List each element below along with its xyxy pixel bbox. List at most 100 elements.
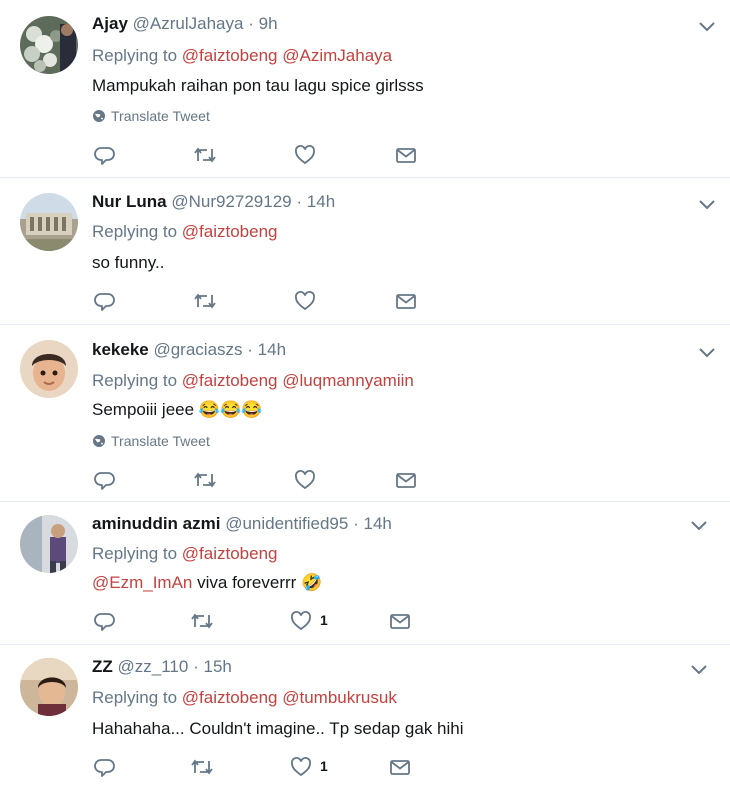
replying-to-label: Replying to	[92, 544, 178, 563]
retweet-button[interactable]	[190, 756, 214, 778]
mention-link[interactable]: @AzimJahaya	[282, 46, 392, 65]
reply-icon	[94, 293, 115, 311]
like-button[interactable]	[294, 469, 316, 491]
retweet-button[interactable]	[193, 290, 217, 312]
handle[interactable]: @AzrulJahaya	[133, 14, 244, 33]
envelope-icon	[390, 614, 410, 629]
chevron-down-icon[interactable]	[698, 199, 716, 211]
display-name[interactable]: ZZ	[92, 657, 113, 676]
tweet-text: Mampukah raihan pon tau lagu spice girls…	[92, 76, 424, 96]
like-count: 1	[320, 612, 328, 628]
translate-tweet-link[interactable]: Translate Tweet	[92, 108, 210, 124]
tweet-header: ZZ @zz_110 · 15h	[92, 657, 232, 677]
reply-button[interactable]	[94, 469, 116, 491]
heart-icon	[291, 757, 311, 777]
envelope-icon	[396, 294, 416, 309]
avatar[interactable]	[20, 16, 78, 74]
like-button[interactable]: 1	[290, 610, 340, 632]
direct-message-button[interactable]	[395, 144, 417, 166]
envelope-icon	[396, 148, 416, 163]
reply-icon	[94, 147, 115, 165]
retweet-icon	[191, 759, 213, 775]
like-button[interactable]	[294, 290, 316, 312]
replying-to: Replying to @faiztobeng @tumbukrusuk	[92, 688, 397, 708]
tweet: ZZ @zz_110 · 15h Replying to @faiztobeng…	[0, 645, 730, 786]
handle[interactable]: @graciaszs	[153, 340, 242, 359]
tweet-text: Hahahaha... Couldn't imagine.. Tp sedap …	[92, 719, 464, 739]
replying-to: Replying to @faiztobeng	[92, 222, 278, 242]
action-bar: 1	[94, 756, 424, 778]
retweet-button[interactable]	[190, 610, 214, 632]
chevron-down-icon[interactable]	[698, 347, 716, 359]
tweet-text: Sempoiii jeee 😂😂😂	[92, 400, 262, 420]
handle[interactable]: @unidentified95	[225, 514, 348, 533]
reply-icon	[94, 613, 115, 631]
chevron-down-icon[interactable]	[698, 21, 716, 33]
tweet-text-body: Sempoiii jeee	[92, 400, 195, 419]
timestamp[interactable]: 14h	[363, 514, 391, 533]
display-name[interactable]: Nur Luna	[92, 192, 167, 211]
like-button[interactable]	[294, 144, 316, 166]
replying-to-label: Replying to	[92, 371, 178, 390]
separator-dot: ·	[247, 340, 253, 359]
timestamp[interactable]: 14h	[258, 340, 286, 359]
mention-link[interactable]: @faiztobeng	[182, 46, 278, 65]
avatar[interactable]	[20, 193, 78, 251]
mention-link[interactable]: @Ezm_ImAn	[92, 573, 192, 592]
like-count: 1	[320, 758, 328, 774]
like-button[interactable]: 1	[290, 756, 340, 778]
mention-link[interactable]: @faiztobeng	[182, 544, 278, 563]
tweet-header: Nur Luna @Nur92729129 · 14h	[92, 192, 335, 212]
translate-label: Translate Tweet	[111, 108, 210, 124]
timestamp[interactable]: 15h	[203, 657, 231, 676]
direct-message-button[interactable]	[395, 469, 417, 491]
timestamp[interactable]: 9h	[259, 14, 278, 33]
chevron-down-icon[interactable]	[690, 664, 708, 676]
rofl-emoji: 🤣	[301, 573, 323, 592]
tweet-text-body: Mampukah raihan pon tau lagu spice girls…	[92, 76, 424, 95]
separator-dot: ·	[353, 514, 359, 533]
handle[interactable]: @zz_110	[118, 657, 189, 676]
mention-link[interactable]: @luqmannyamiin	[282, 371, 414, 390]
reply-icon	[94, 759, 115, 777]
timestamp[interactable]: 14h	[307, 192, 335, 211]
display-name[interactable]: kekeke	[92, 340, 149, 359]
translate-tweet-link[interactable]: Translate Tweet	[92, 433, 210, 449]
reply-button[interactable]	[94, 144, 116, 166]
mention-link[interactable]: @faiztobeng	[182, 222, 278, 241]
mention-link[interactable]: @faiztobeng	[182, 371, 278, 390]
tweet: aminuddin azmi @unidentified95 · 14h Rep…	[0, 502, 730, 645]
avatar[interactable]	[20, 340, 78, 398]
mention-link[interactable]: @tumbukrusuk	[282, 688, 397, 707]
tweet: kekeke @graciaszs · 14h Replying to @fai…	[0, 325, 730, 502]
tweet-text-body: viva foreverrr	[197, 573, 297, 592]
reply-button[interactable]	[94, 610, 116, 632]
separator-dot: ·	[248, 14, 254, 33]
direct-message-button[interactable]	[389, 756, 411, 778]
tweet-text-body: Hahahaha... Couldn't imagine.. Tp sedap …	[92, 719, 464, 738]
action-bar	[94, 144, 424, 166]
retweet-icon	[194, 472, 216, 488]
heart-icon	[295, 291, 315, 311]
mention-link[interactable]: @faiztobeng	[182, 688, 278, 707]
avatar[interactable]	[20, 658, 78, 716]
retweet-button[interactable]	[193, 469, 217, 491]
chevron-down-icon[interactable]	[690, 520, 708, 532]
retweet-button[interactable]	[193, 144, 217, 166]
avatar[interactable]	[20, 515, 78, 573]
replying-to: Replying to @faiztobeng	[92, 544, 278, 564]
envelope-icon	[396, 473, 416, 488]
direct-message-button[interactable]	[389, 610, 411, 632]
tweet-text: so funny..	[92, 253, 164, 273]
reply-button[interactable]	[94, 756, 116, 778]
retweet-icon	[191, 613, 213, 629]
direct-message-button[interactable]	[395, 290, 417, 312]
handle[interactable]: @Nur92729129	[171, 192, 291, 211]
heart-icon	[295, 470, 315, 490]
reply-button[interactable]	[94, 290, 116, 312]
display-name[interactable]: Ajay	[92, 14, 128, 33]
laughing-emoji: 😂😂😂	[198, 400, 263, 419]
display-name[interactable]: aminuddin azmi	[92, 514, 220, 533]
heart-icon	[295, 145, 315, 165]
translate-label: Translate Tweet	[111, 433, 210, 449]
